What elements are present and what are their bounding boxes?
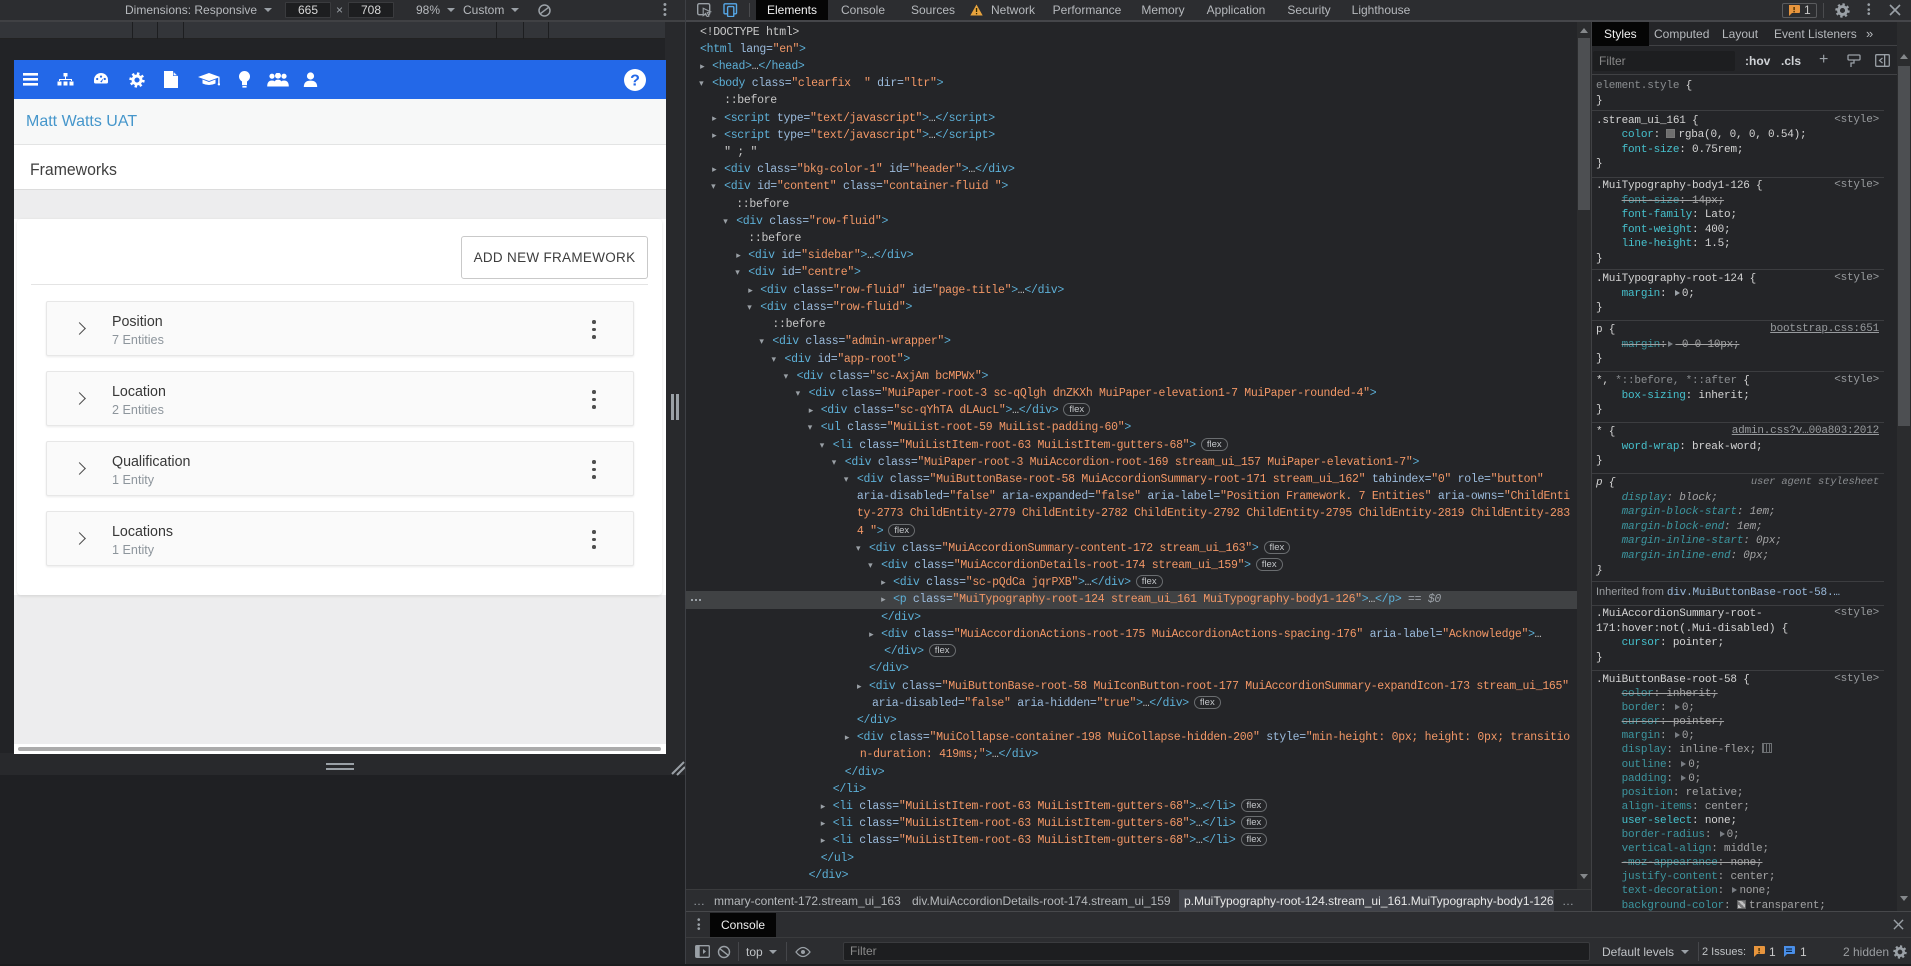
svg-text:?: ? [630,73,640,90]
